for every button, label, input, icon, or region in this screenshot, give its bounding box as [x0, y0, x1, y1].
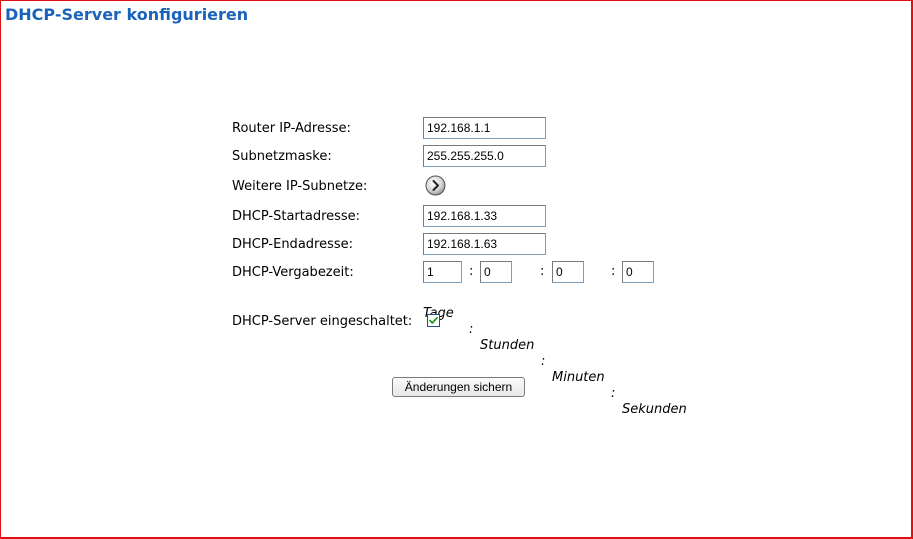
lease-separator: : — [540, 264, 545, 279]
checkmark-icon — [429, 316, 438, 324]
save-button[interactable]: Änderungen sichern — [392, 377, 525, 397]
dhcp-start-label: DHCP-Startadresse: — [232, 209, 361, 224]
more-subnets-label: Weitere IP-Subnetze: — [232, 179, 368, 194]
server-enabled-checkbox[interactable] — [427, 314, 440, 327]
lease-hours-input[interactable] — [480, 261, 512, 283]
lease-separator: : — [611, 264, 616, 279]
unit-separator: : — [541, 354, 546, 369]
page-title: DHCP-Server konfigurieren — [5, 5, 249, 24]
lease-separator: : — [469, 264, 474, 279]
unit-minutes-label: Minuten — [552, 370, 605, 385]
more-subnets-button[interactable] — [425, 175, 446, 196]
unit-separator: : — [611, 386, 616, 401]
dhcp-start-input[interactable] — [423, 205, 546, 227]
lease-days-input[interactable] — [423, 261, 462, 283]
router-ip-label: Router IP-Adresse: — [232, 121, 351, 136]
lease-minutes-input[interactable] — [552, 261, 584, 283]
lease-time-label: DHCP-Vergabezeit: — [232, 265, 354, 280]
unit-seconds-label: Sekunden — [622, 402, 687, 417]
lease-seconds-input[interactable] — [622, 261, 654, 283]
dhcp-end-label: DHCP-Endadresse: — [232, 237, 354, 252]
unit-separator: : — [469, 322, 474, 337]
lease-units-row: Tage : Stunden : Minuten : Sekunden — [0, 290, 687, 418]
server-enabled-label: DHCP-Server eingeschaltet: — [232, 314, 413, 329]
dhcp-end-input[interactable] — [423, 233, 546, 255]
subnet-mask-label: Subnetzmaske: — [232, 149, 332, 164]
unit-hours-label: Stunden — [480, 338, 535, 353]
arrow-right-circle-icon — [425, 175, 446, 196]
subnet-mask-input[interactable] — [423, 145, 546, 167]
router-ip-input[interactable] — [423, 117, 546, 139]
